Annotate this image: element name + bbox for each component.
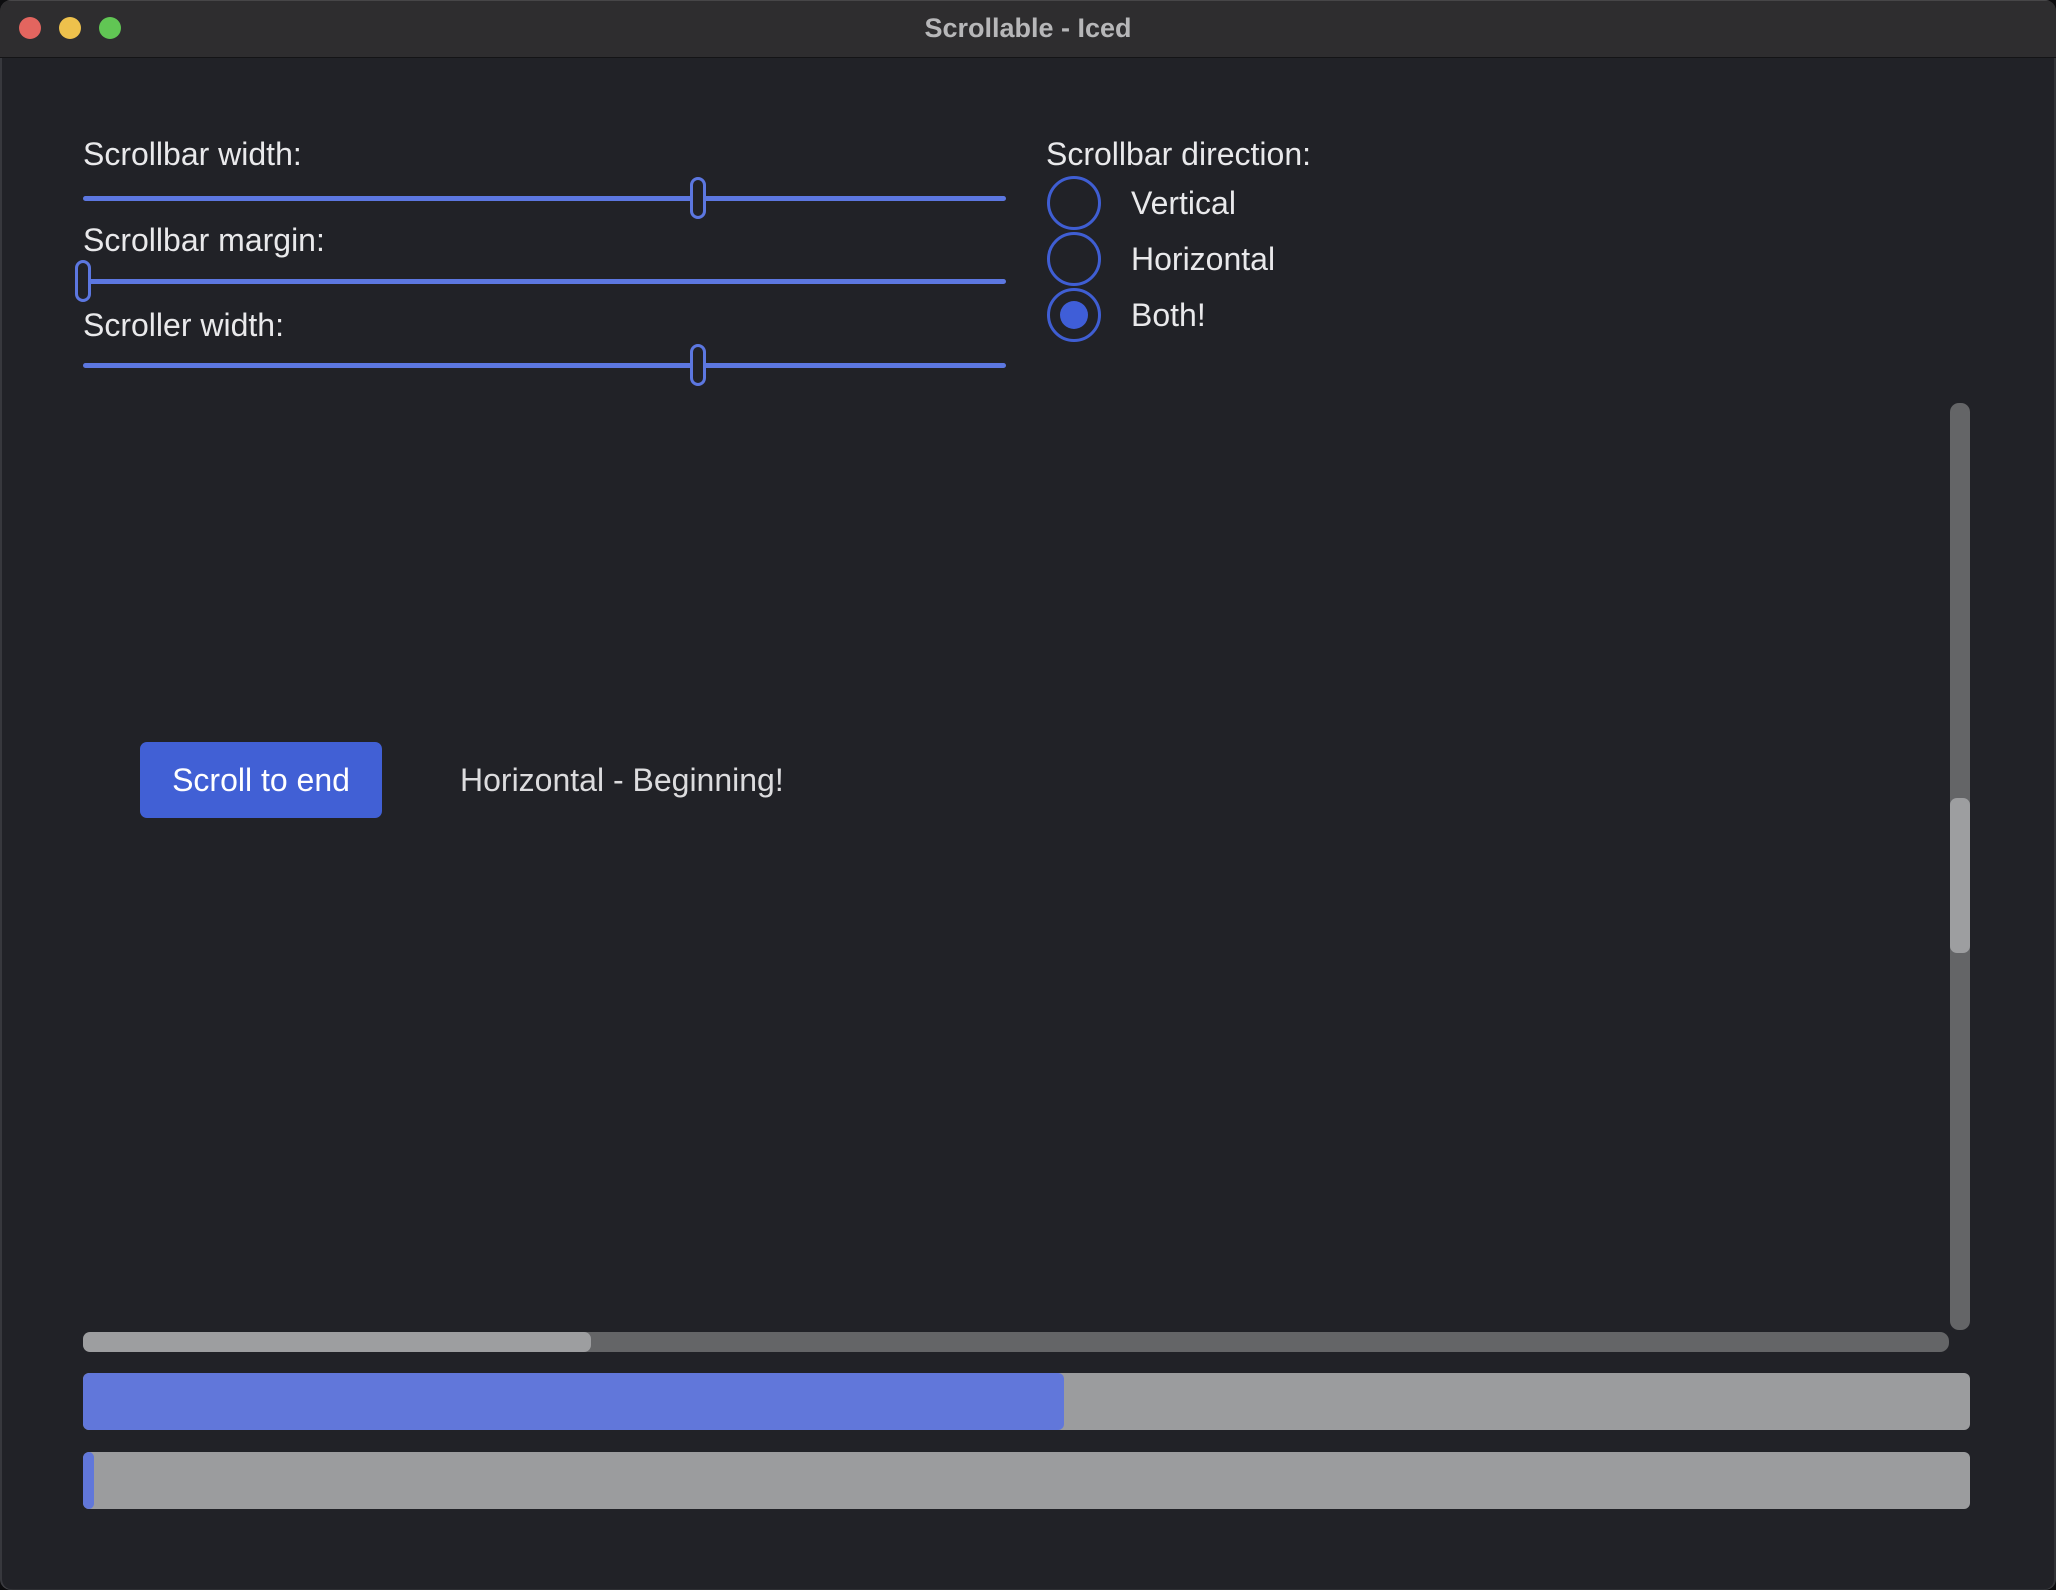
slider-handle[interactable]	[690, 177, 706, 219]
vertical-scrollbar[interactable]	[1950, 403, 1970, 1330]
slider-rail	[83, 279, 1006, 284]
slider-rail	[83, 196, 1006, 201]
radio-option-horizontal[interactable]: Horizontal	[1047, 232, 1275, 286]
scrollbar-width-slider[interactable]	[83, 177, 1006, 219]
titlebar: Scrollable - Iced	[0, 0, 2056, 57]
radio-label: Both!	[1131, 297, 1206, 334]
progress-bar-2	[83, 1452, 1970, 1509]
progress-bar-2-fill	[83, 1452, 94, 1509]
slider-rail	[83, 363, 1006, 368]
scroll-status-text: Horizontal - Beginning!	[460, 742, 784, 818]
scrollbar-width-label: Scrollbar width:	[83, 136, 302, 173]
scroller-width-label: Scroller width:	[83, 307, 284, 344]
vertical-scrollbar-thumb[interactable]	[1950, 798, 1970, 953]
scrollbar-margin-label: Scrollbar margin:	[83, 222, 325, 259]
scrollbar-margin-slider[interactable]	[83, 260, 1006, 302]
scroll-to-end-button[interactable]: Scroll to end	[140, 742, 382, 818]
radio-label: Vertical	[1131, 185, 1236, 222]
app-window: Scrollable - Iced Scrollbar width: Scrol…	[0, 0, 2056, 1590]
window-title: Scrollable - Iced	[0, 0, 2056, 57]
radio-circle[interactable]	[1047, 288, 1101, 342]
radio-option-both[interactable]: Both!	[1047, 288, 1206, 342]
radio-option-vertical[interactable]: Vertical	[1047, 176, 1236, 230]
radio-label: Horizontal	[1131, 241, 1275, 278]
horizontal-scrollbar[interactable]	[83, 1332, 1949, 1352]
radio-circle[interactable]	[1047, 232, 1101, 286]
scroller-width-slider[interactable]	[83, 344, 1006, 386]
progress-bar-1	[83, 1373, 1970, 1430]
slider-handle[interactable]	[690, 344, 706, 386]
scrollbar-direction-label: Scrollbar direction:	[1046, 136, 1311, 173]
horizontal-scrollbar-thumb[interactable]	[83, 1332, 591, 1352]
slider-handle[interactable]	[75, 260, 91, 302]
radio-circle[interactable]	[1047, 176, 1101, 230]
radio-dot	[1060, 301, 1088, 329]
progress-bar-1-fill	[83, 1373, 1064, 1430]
